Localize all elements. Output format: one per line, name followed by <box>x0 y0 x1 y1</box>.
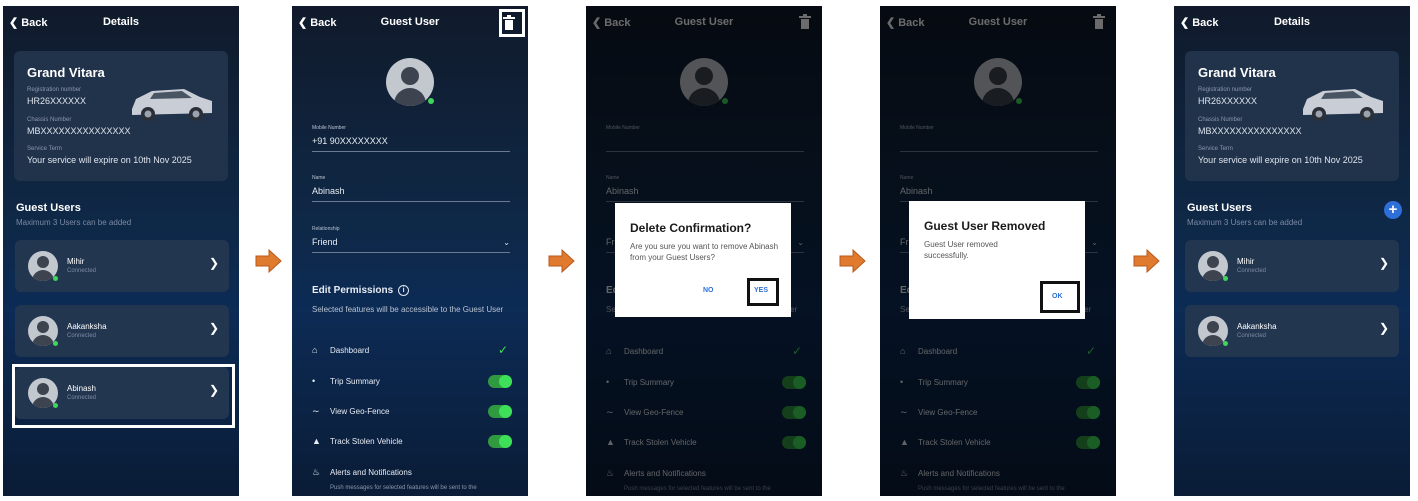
permissions-subtitle: Selected features will be accessible to … <box>312 305 504 314</box>
header: ❮Back Guest User <box>292 6 528 38</box>
guest-status: Connected <box>67 333 97 339</box>
registration-value: HR26XXXXXX <box>27 96 87 106</box>
relationship-select[interactable]: Friend <box>312 237 338 247</box>
screen-guest-user: ❮ Back Guest User Mobile Number +91 90XXX… <box>292 6 528 496</box>
divider <box>312 252 510 253</box>
guest-name: Mihir <box>67 257 85 266</box>
screen-delete-confirm: ❮Back Guest User Mobile Number Name Abin… <box>586 6 822 496</box>
highlight-box <box>499 9 525 37</box>
guest-users-title: Guest Users <box>1187 202 1252 214</box>
dialog-title: Delete Confirmation? <box>630 221 752 235</box>
toggle-switch[interactable] <box>488 405 512 418</box>
relationship-label: Relationship <box>312 226 340 232</box>
vehicle-icon: ▲ <box>312 436 321 446</box>
add-guest-button[interactable]: + <box>1384 201 1402 219</box>
check-icon: ✓ <box>497 343 508 357</box>
screen-details-after: ❮ Back Details Grand Vitara Registration … <box>1174 6 1410 496</box>
car-image <box>1303 89 1383 121</box>
vehicle-name: Grand Vitara <box>27 65 105 80</box>
header: ❮ Back Details <box>3 6 239 38</box>
header: ❮ Back Details <box>1174 6 1410 38</box>
guest-user-card[interactable]: Aakanksha Connected ❯ <box>15 305 229 357</box>
page-title: Guest User <box>380 16 440 28</box>
chassis-value: MBXXXXXXXXXXXXXXX <box>27 126 131 136</box>
vehicle-name: Grand Vitara <box>1198 65 1276 80</box>
guest-user-card[interactable]: Mihir Connected ❯ <box>15 240 229 292</box>
guest-status: Connected <box>1237 333 1267 339</box>
online-dot-icon <box>53 341 58 346</box>
registration-label: Registration number <box>1198 87 1253 93</box>
service-label: Service Term <box>1198 146 1233 152</box>
vehicle-card: Grand Vitara Registration number HR26XXX… <box>14 51 228 181</box>
guest-users-subtitle: Maximum 3 Users can be added <box>1187 218 1303 227</box>
arrow-right-icon <box>839 248 866 274</box>
chevron-down-icon[interactable]: ⌄ <box>503 238 510 247</box>
registration-value: HR26XXXXXX <box>1198 96 1258 106</box>
online-dot-icon <box>53 276 58 281</box>
avatar <box>386 58 434 106</box>
arrow-right-icon <box>255 248 282 274</box>
divider <box>312 151 510 152</box>
service-label: Service Term <box>27 146 62 152</box>
permission-alerts: ♨ Alerts and Notifications <box>312 467 412 477</box>
screen-user-removed: ❮Back Guest User Mobile Number Name Abin… <box>880 6 1116 496</box>
toggle-switch[interactable] <box>488 375 512 388</box>
chevron-right-icon: ❯ <box>1378 321 1389 335</box>
permissions-title: Edit Permissions i <box>312 285 410 296</box>
guest-users-subtitle: Maximum 3 Users can be added <box>16 218 132 227</box>
divider <box>312 201 510 202</box>
highlight-box <box>1040 281 1080 313</box>
permission-track-stolen[interactable]: ▲ Track Stolen Vehicle <box>312 434 512 450</box>
name-label: Name <box>312 175 326 181</box>
chevron-right-icon: ❯ <box>1378 256 1389 270</box>
car-image <box>132 89 212 121</box>
chassis-label: Chassis Number <box>1198 117 1243 123</box>
chassis-label: Chassis Number <box>27 117 72 123</box>
dialog-message: Guest User removed successfully. <box>924 240 998 260</box>
chevron-right-icon: ❯ <box>208 321 219 335</box>
online-dot-icon <box>1223 341 1228 346</box>
route-icon: • <box>312 376 316 386</box>
dialog-message: Are you sure you want to remove Abinash … <box>630 242 779 262</box>
guest-user-card[interactable]: Aakanksha Connected ❯ <box>1185 305 1399 357</box>
home-icon: ⌂ <box>312 345 318 355</box>
arrow-right-icon <box>1133 248 1160 274</box>
permission-trip-summary[interactable]: • Trip Summary <box>312 374 512 390</box>
chevron-right-icon: ❯ <box>208 256 219 270</box>
toggle-switch[interactable] <box>488 435 512 448</box>
page-title: Details <box>1273 16 1311 28</box>
user-removed-dialog: Guest User Removed Guest User removed su… <box>909 201 1085 319</box>
alerts-subtitle: Push messages for selected features will… <box>330 485 477 491</box>
guest-user-card[interactable]: Mihir Connected ❯ <box>1185 240 1399 292</box>
geo-fence-icon: ∼ <box>312 406 320 416</box>
delete-confirmation-dialog: Delete Confirmation? Are you sure you wa… <box>615 203 791 317</box>
guest-name: Aakanksha <box>67 322 107 331</box>
info-icon[interactable]: i <box>398 285 410 296</box>
online-dot-icon <box>428 98 434 104</box>
highlight-box <box>12 364 235 428</box>
guest-status: Connected <box>67 268 97 274</box>
permission-dashboard: ⌂ Dashboard ✓ <box>312 343 508 357</box>
guest-name: Aakanksha <box>1237 322 1277 331</box>
registration-label: Registration number <box>27 87 82 93</box>
mobile-field[interactable]: +91 90XXXXXXXX <box>312 136 388 146</box>
service-value: Your service will expire on 10th Nov 202… <box>27 155 192 165</box>
no-button[interactable]: NO <box>703 287 714 294</box>
name-field[interactable]: Abinash <box>312 186 345 196</box>
guest-name: Mihir <box>1237 257 1255 266</box>
online-dot-icon <box>1223 276 1228 281</box>
page-title: Details <box>102 16 140 28</box>
guest-users-title: Guest Users <box>16 202 81 214</box>
permission-geo-fence[interactable]: ∼ View Geo-Fence <box>312 404 512 420</box>
arrow-right-icon <box>548 248 575 274</box>
mobile-label: Mobile Number <box>312 125 346 131</box>
bell-icon: ♨ <box>312 467 321 477</box>
screen-details-before: ❮ Back Details Grand Vitara Registration … <box>3 6 239 496</box>
highlight-box <box>747 278 779 306</box>
chassis-value: MBXXXXXXXXXXXXXXX <box>1198 126 1302 136</box>
dialog-title: Guest User Removed <box>924 219 1046 233</box>
service-value: Your service will expire on 10th Nov 202… <box>1198 155 1363 165</box>
guest-status: Connected <box>1237 268 1267 274</box>
vehicle-card: Grand Vitara Registration number HR26XXX… <box>1185 51 1399 181</box>
